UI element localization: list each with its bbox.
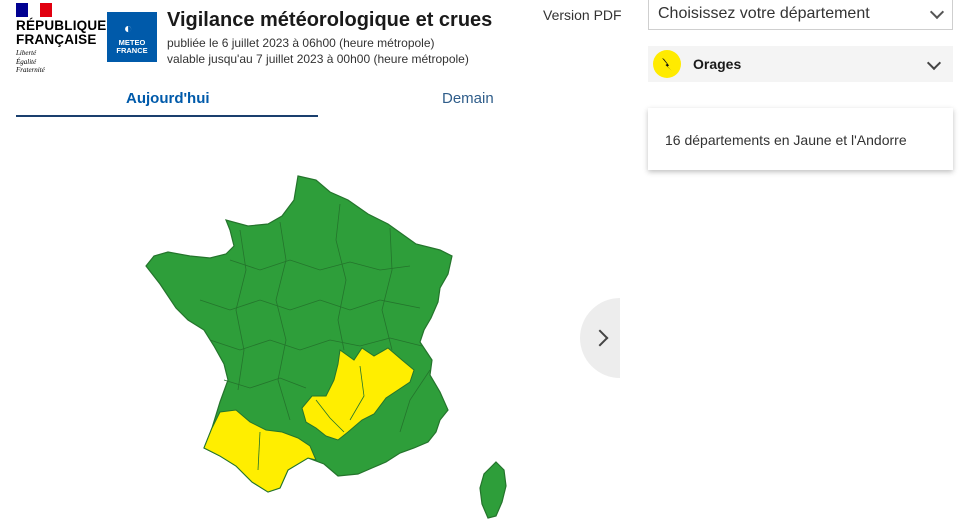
active-tab-indicator bbox=[16, 115, 318, 117]
tab-today[interactable]: Aujourd'hui bbox=[126, 90, 210, 107]
page-title: Vigilance météorologique et crues bbox=[167, 9, 493, 31]
chevron-down-icon bbox=[926, 55, 942, 71]
meteo-france-emblem-icon: ◐ bbox=[124, 20, 133, 36]
republique-francaise-name: RÉPUBLIQUE FRANÇAISE bbox=[16, 18, 107, 47]
alert-summary-text: 16 départements en Jaune et l'Andorre bbox=[665, 132, 907, 148]
republic-motto: Liberté Égalité Fraternité bbox=[16, 49, 45, 74]
tab-tomorrow[interactable]: Demain bbox=[442, 90, 494, 107]
storm-lightning-icon bbox=[653, 50, 681, 78]
publication-date: publiée le 6 juillet 2023 à 06h00 (heure… bbox=[167, 36, 435, 50]
validity-date: valable jusqu'au 7 juillet 2023 à 00h00 … bbox=[167, 52, 469, 66]
meteo-france-logo[interactable]: ◐ METEO FRANCE bbox=[107, 12, 157, 62]
next-map-button[interactable] bbox=[580, 298, 620, 378]
republique-francaise-logo: RÉPUBLIQUE FRANÇAISE Liberté Égalité Fra… bbox=[14, 3, 106, 79]
alert-summary-card: 16 départements en Jaune et l'Andorre bbox=[648, 108, 953, 170]
department-select-placeholder: Choisissez votre département bbox=[658, 5, 870, 22]
french-flag-icon bbox=[16, 3, 52, 17]
phenomenon-label: Orages bbox=[693, 56, 742, 72]
map-region-corsica[interactable] bbox=[479, 461, 507, 519]
chevron-down-icon bbox=[929, 4, 945, 20]
phenomenon-dropdown[interactable]: Orages bbox=[648, 46, 953, 82]
pdf-version-link[interactable]: Version PDF bbox=[543, 7, 622, 23]
meteo-france-logo-text: METEO FRANCE bbox=[116, 38, 148, 55]
department-select[interactable]: Choisissez votre département bbox=[648, 0, 953, 30]
vigilance-map[interactable] bbox=[140, 170, 520, 520]
